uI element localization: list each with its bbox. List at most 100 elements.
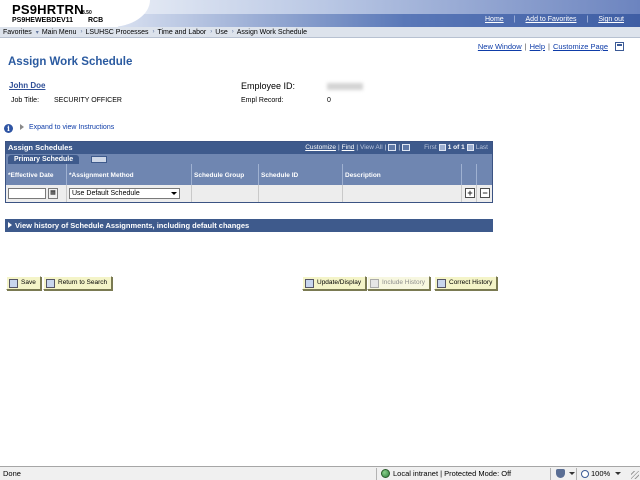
correct-history-label: Correct History bbox=[449, 279, 493, 286]
page-links: New Window | Help | Customize Page bbox=[475, 42, 624, 51]
grid-first-label[interactable]: First bbox=[424, 144, 437, 151]
history-collapsible-bar[interactable]: View history of Schedule Assignments, in… bbox=[5, 219, 493, 232]
app-branding: PS9HRTRN 8.50 PS9HEWEBDEV11 RCB bbox=[0, 0, 118, 27]
job-title-label: Job Title: bbox=[11, 97, 40, 104]
employee-name-link[interactable]: John Doe bbox=[9, 81, 45, 90]
breadcrumb: Favorites ▾ Main Menu › LSUHSC Processes… bbox=[0, 27, 640, 38]
grid-tabs: Primary Schedule bbox=[6, 154, 492, 164]
col-effective-date: *Effective Date bbox=[6, 164, 67, 185]
save-icon bbox=[9, 279, 18, 288]
resize-grip-icon[interactable] bbox=[631, 471, 639, 479]
grid-download-icon[interactable] bbox=[388, 144, 397, 151]
col-schedule-group: Schedule Group bbox=[192, 164, 259, 185]
globe-icon bbox=[381, 469, 390, 478]
browser-status-bar: Done Local intranet | Protected Mode: Of… bbox=[0, 466, 640, 480]
cell-add: + bbox=[462, 185, 477, 202]
history-bar-label: View history of Schedule Assignments, in… bbox=[15, 221, 250, 230]
grid-find-link[interactable]: Find bbox=[342, 144, 355, 151]
grid-prev-arrow-icon[interactable] bbox=[438, 144, 446, 151]
new-window-link[interactable]: New Window bbox=[475, 42, 525, 51]
col-assignment-method: *Assignment Method bbox=[67, 164, 192, 185]
cell-assignment-method: Use Default Schedule bbox=[67, 185, 192, 202]
status-divider bbox=[576, 468, 577, 480]
include-history-icon bbox=[370, 279, 379, 288]
cell-schedule-group bbox=[192, 185, 259, 202]
page-title: Assign Work Schedule bbox=[8, 56, 133, 68]
return-to-search-button[interactable]: Return to Search bbox=[43, 276, 113, 290]
empl-record-label: Empl Record: bbox=[241, 97, 284, 104]
correct-history-icon bbox=[437, 279, 446, 288]
show-all-columns-icon[interactable] bbox=[91, 156, 107, 163]
protected-mode-icon[interactable] bbox=[556, 469, 565, 478]
chevron-down-icon bbox=[171, 192, 177, 195]
zoom-control[interactable]: 100% bbox=[581, 467, 622, 480]
status-divider bbox=[550, 468, 551, 480]
return-to-search-icon bbox=[46, 279, 55, 288]
expand-instructions-link[interactable]: Expand to view Instructions bbox=[29, 124, 114, 131]
cell-description bbox=[343, 185, 462, 202]
update-display-label: Update/Display bbox=[317, 279, 362, 286]
grid-navigation: Customize | Find | View All | | First 1 … bbox=[305, 144, 488, 151]
security-zone[interactable]: Local intranet | Protected Mode: Off bbox=[381, 467, 511, 480]
col-add bbox=[462, 164, 477, 185]
grid-nav-separator: | bbox=[384, 144, 387, 151]
include-history-button[interactable]: Include History bbox=[367, 276, 430, 290]
col-schedule-id: Schedule ID bbox=[259, 164, 343, 185]
tab-primary-schedule[interactable]: Primary Schedule bbox=[8, 155, 80, 164]
job-title-value: SECURITY OFFICER bbox=[54, 97, 122, 104]
app-title: PS9HRTRN bbox=[12, 2, 84, 17]
page-layout-icon[interactable] bbox=[615, 42, 624, 51]
grid-zoom-icon[interactable] bbox=[402, 144, 411, 151]
grid-header: Assign Schedules Customize | Find | View… bbox=[6, 142, 492, 154]
header-banner bbox=[118, 0, 640, 14]
zoom-level: 100% bbox=[591, 469, 611, 478]
grid-nav-separator: | bbox=[398, 144, 401, 151]
delete-row-button[interactable]: − bbox=[480, 188, 490, 198]
sign-out-link[interactable]: Sign out bbox=[588, 16, 634, 23]
home-link[interactable]: Home bbox=[475, 16, 514, 23]
cell-effective-date: ▦ bbox=[6, 185, 67, 202]
status-text: Done bbox=[3, 469, 21, 478]
chevron-down-icon bbox=[615, 472, 622, 475]
grid-title: Assign Schedules bbox=[8, 143, 73, 152]
grid-next-arrow-icon[interactable] bbox=[466, 144, 474, 151]
employee-id-label: Employee ID: bbox=[241, 81, 296, 91]
breadcrumb-lsuhsc-processes[interactable]: LSUHSC Processes bbox=[82, 29, 152, 36]
save-button-label: Save bbox=[21, 279, 36, 286]
update-display-icon bbox=[305, 279, 314, 288]
add-row-button[interactable]: + bbox=[465, 188, 475, 198]
col-delete bbox=[477, 164, 492, 185]
return-to-search-label: Return to Search bbox=[58, 279, 108, 286]
grid-view-all-link[interactable]: View All bbox=[360, 144, 383, 151]
effective-date-input[interactable] bbox=[8, 188, 46, 199]
app-header: PS9HRTRN 8.50 PS9HEWEBDEV11 RCB Home | A… bbox=[0, 0, 640, 27]
breadcrumb-use[interactable]: Use bbox=[212, 29, 231, 36]
chevron-down-icon[interactable] bbox=[569, 472, 575, 475]
empl-record-value: 0 bbox=[327, 97, 331, 104]
breadcrumb-time-and-labor[interactable]: Time and Labor bbox=[154, 29, 210, 36]
grid-row-range: 1 of 1 bbox=[447, 144, 465, 151]
grid-customize-link[interactable]: Customize bbox=[305, 144, 336, 151]
calendar-icon[interactable]: ▦ bbox=[48, 188, 58, 199]
customize-page-link[interactable]: Customize Page bbox=[550, 42, 611, 51]
expand-arrow-icon[interactable] bbox=[20, 124, 24, 130]
include-history-label: Include History bbox=[382, 279, 425, 286]
assignment-method-value: Use Default Schedule bbox=[72, 190, 140, 197]
breadcrumb-main-menu[interactable]: Main Menu bbox=[39, 29, 81, 36]
breadcrumb-favorites[interactable]: Favorites bbox=[0, 29, 36, 36]
save-button[interactable]: Save bbox=[6, 276, 41, 290]
update-display-button[interactable]: Update/Display bbox=[302, 276, 367, 290]
status-divider bbox=[376, 468, 377, 480]
app-version: 8.50 bbox=[82, 10, 92, 16]
grid-last-label[interactable]: Last bbox=[476, 144, 488, 151]
assignment-method-select[interactable]: Use Default Schedule bbox=[69, 188, 180, 199]
table-row: ▦ Use Default Schedule + − bbox=[6, 185, 492, 202]
info-icon: i bbox=[4, 124, 13, 133]
security-zone-label: Local intranet | Protected Mode: Off bbox=[393, 469, 512, 478]
assign-schedules-grid: Assign Schedules Customize | Find | View… bbox=[5, 141, 493, 203]
add-to-favorites-link[interactable]: Add to Favorites bbox=[516, 16, 587, 23]
grid-column-headers: *Effective Date *Assignment Method Sched… bbox=[6, 164, 492, 185]
breadcrumb-assign-work-schedule[interactable]: Assign Work Schedule bbox=[234, 29, 311, 36]
help-link[interactable]: Help bbox=[527, 42, 548, 51]
correct-history-button[interactable]: Correct History bbox=[434, 276, 498, 290]
